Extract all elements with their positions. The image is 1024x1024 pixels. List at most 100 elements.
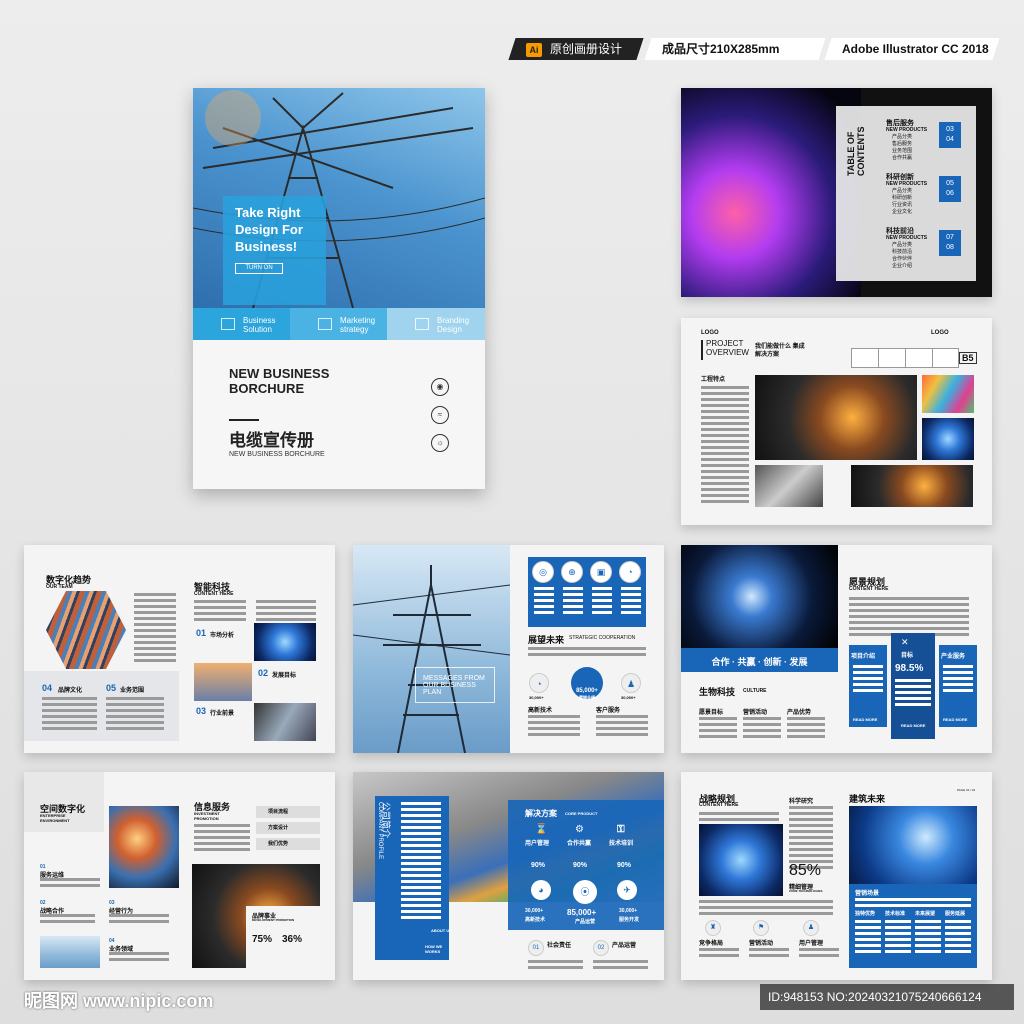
toc-s3-item: 产品分类 bbox=[892, 242, 913, 248]
fiber-glow-photo bbox=[699, 824, 783, 896]
logo-right: LOGO bbox=[931, 330, 949, 336]
size-tag: 成品尺寸210X285mm bbox=[644, 38, 826, 60]
cover-divider bbox=[229, 419, 259, 421]
vision-lines-3 bbox=[787, 717, 825, 741]
future-photo bbox=[849, 806, 977, 884]
panel-lines-3 bbox=[915, 920, 941, 956]
smart-photo-2 bbox=[194, 663, 252, 701]
card-lines bbox=[534, 587, 554, 617]
bottom-num-01: 01 bbox=[528, 940, 544, 956]
smart-photo-3 bbox=[254, 703, 316, 741]
turn-on-button[interactable]: TURN ON bbox=[235, 263, 283, 274]
panel-col-3: 未来展望 bbox=[915, 911, 936, 917]
card-lines bbox=[592, 587, 612, 617]
strategy-percent-en: CORE TECHNOLOGIES bbox=[789, 889, 823, 893]
info-list-item-2[interactable]: 方案设计 bbox=[256, 822, 320, 834]
bottom-label-02: 产品运营 bbox=[612, 943, 637, 949]
smart-label-01: 市场分析 bbox=[210, 633, 235, 639]
space-lines-01 bbox=[40, 878, 100, 890]
smart-label-02: 发展目标 bbox=[272, 673, 297, 679]
label-left-lines bbox=[528, 715, 580, 739]
toc-s2-item: 行业资讯 bbox=[892, 202, 913, 208]
info-list-item-1[interactable]: 项目流程 bbox=[256, 806, 320, 818]
brochure-cover: Take Right Design For Business! TURN ON … bbox=[193, 88, 485, 489]
info-list-label-2: 方案设计 bbox=[268, 825, 289, 831]
vision-card-2-icon: ✕ bbox=[901, 637, 909, 647]
training-icon: ⚿ bbox=[617, 824, 625, 835]
card-lines bbox=[563, 587, 583, 617]
smart-num-01: 01 bbox=[196, 628, 207, 638]
panel-col-4: 服务延展 bbox=[945, 911, 966, 917]
vision-card-2-label: 目标 bbox=[901, 653, 914, 659]
solution-pct-3: 90% bbox=[617, 862, 632, 869]
strategy-sub: CONTENT HERE bbox=[699, 802, 739, 808]
vision-col-3: 产品优势 bbox=[787, 710, 812, 716]
toc-s3-sub: NEW PRODUCTS bbox=[886, 235, 928, 241]
toc-s3-item: 企业介绍 bbox=[892, 263, 913, 269]
space-digital-spread: 空间数字化 ENTERPRISE ENVIRONMENT 01 服务运维 02 … bbox=[24, 772, 335, 980]
send-icon bbox=[221, 318, 235, 330]
competition-icon: ♜ bbox=[705, 920, 721, 936]
size-tag-label: 成品尺寸210X285mm bbox=[662, 42, 780, 56]
toc-s1-item: 售后服务 bbox=[892, 141, 913, 147]
smart-num-03: 03 bbox=[196, 706, 207, 716]
cover-subtitle: NEW BUSINESS BORCHURE bbox=[229, 451, 325, 458]
toc-s2-item: 产品分类 bbox=[892, 188, 913, 194]
toc-s2-item: 科研创新 bbox=[892, 195, 913, 201]
bottom-label-2: 营销活动 bbox=[749, 941, 774, 947]
marketing-panel-title: 营销场景 bbox=[855, 891, 880, 897]
strategy-body-lines bbox=[699, 900, 833, 918]
vision-lines-1 bbox=[699, 717, 737, 741]
space-title-en: ENTERPRISE ENVIRONMENT bbox=[40, 813, 70, 823]
toc-s2-sub: NEW PRODUCTS bbox=[886, 181, 928, 187]
company-profile-spread: 公司简介 COMPANY PROFILE ABOUT US HOW WE WOR… bbox=[353, 772, 664, 980]
profile-how: HOW WE WORKS bbox=[425, 944, 443, 954]
vision-col-2: 营销活动 bbox=[743, 710, 768, 716]
electric-cable-photo bbox=[681, 545, 838, 648]
vision-lines-2 bbox=[743, 717, 781, 741]
vision-read-more-2[interactable]: READ MORE bbox=[901, 723, 925, 728]
overview-rule bbox=[701, 340, 703, 360]
toc-s1-item: 合作共赢 bbox=[892, 155, 913, 161]
toc-heading: TABLE OF CONTENTS bbox=[846, 126, 866, 177]
cable-photo-wide bbox=[851, 465, 973, 507]
vision-read-more-3[interactable]: READ MORE bbox=[943, 717, 967, 722]
toc-s2-nums[interactable]: 05 06 bbox=[939, 176, 961, 202]
vision-sub: CONTENT HERE bbox=[849, 586, 889, 592]
user-icon: ♟ bbox=[803, 920, 819, 936]
info-list-item-3[interactable]: 我们优势 bbox=[256, 838, 320, 850]
slogan-text: 合作 · 共赢 · 创新 · 发展 bbox=[711, 657, 808, 667]
stat-center-value: 85,000+ bbox=[576, 688, 598, 694]
overview-section: 工程特点 bbox=[701, 377, 726, 383]
solution-pct-2: 90% bbox=[573, 862, 588, 869]
digital-trend-sub: OUR TEAM bbox=[46, 584, 73, 590]
cable-hexagon-photo bbox=[46, 591, 126, 669]
vision-read-more-1[interactable]: READ MORE bbox=[853, 717, 877, 722]
logo-left: LOGO bbox=[701, 330, 719, 336]
stat-right-icon: ♟ bbox=[621, 673, 641, 693]
toc-s3-nums[interactable]: 07 08 bbox=[939, 230, 961, 256]
stat-center-icon: ⦿ bbox=[573, 880, 597, 904]
cover-headline: Take Right Design For Business! bbox=[235, 205, 303, 254]
vision-percent: 98.5% bbox=[895, 663, 924, 674]
stat-left-value: 30,000+ bbox=[525, 908, 544, 914]
cable-photo-small bbox=[755, 465, 823, 507]
project-overview-spread: LOGO LOGO PROJECT OVERVIEW 我们能做什么 集成解决方案… bbox=[681, 318, 992, 525]
profile-en: COMPANY PROFILE bbox=[377, 802, 383, 860]
stat-right-label: 服务开发 bbox=[619, 917, 640, 923]
overlay-message: MESSAGES FROM OUR BUSINESS PLAN bbox=[423, 675, 485, 696]
bottom-label-1: 竞争格局 bbox=[699, 941, 724, 947]
stat-center-value: 85,000+ bbox=[567, 908, 597, 917]
research-title: 科学研究 bbox=[789, 799, 814, 805]
user-mgmt-icon: ⌛ bbox=[535, 824, 548, 835]
outlook-lines bbox=[528, 647, 646, 659]
overview-table bbox=[851, 348, 959, 368]
strategy-spread: 战略规划 CONTENT HERE 科学研究 85% 精细管理 CORE TEC… bbox=[681, 772, 992, 980]
profile-lines bbox=[401, 802, 441, 922]
panel-col-2: 技术标准 bbox=[885, 911, 906, 917]
space-lines-03 bbox=[109, 914, 169, 926]
bio-en: CULTURE bbox=[743, 688, 767, 694]
illustrator-icon: Ai bbox=[526, 43, 542, 57]
toc-s1-nums[interactable]: 03 04 bbox=[939, 122, 961, 148]
vision-card-3-label: 产业服务 bbox=[941, 654, 966, 660]
